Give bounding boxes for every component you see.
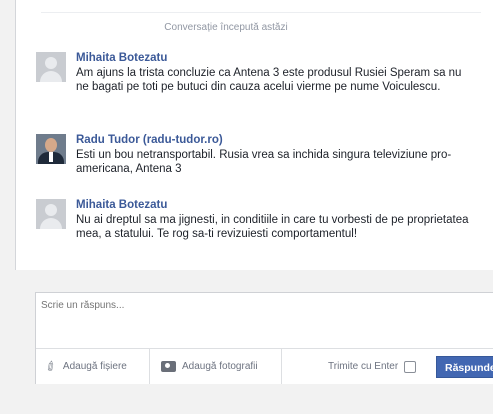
paperclip-icon: ✐ — [42, 356, 60, 376]
reply-input[interactable] — [41, 300, 481, 340]
conversation-started-label: Conversație începută astăzi — [164, 22, 288, 33]
conversation-thread: Conversație începută astăzi Mihaita Bote… — [15, 0, 493, 270]
divider — [41, 12, 481, 13]
default-avatar-icon[interactable] — [36, 199, 66, 229]
attach-file-button[interactable]: ✐ Adaugă fișiere — [42, 349, 127, 384]
reply-button[interactable]: Răspunde — [436, 356, 493, 378]
add-photos-button[interactable]: Adaugă fotografii — [161, 349, 258, 384]
sender-name[interactable]: Radu Tudor (radu-tudor.ro) — [76, 134, 223, 146]
divider — [281, 349, 282, 384]
sender-name[interactable]: Mihaita Botezatu — [76, 199, 167, 211]
divider — [149, 349, 150, 384]
default-avatar-icon[interactable] — [36, 52, 66, 82]
camera-icon — [161, 361, 176, 372]
send-with-enter-checkbox[interactable] — [404, 360, 417, 373]
composer-toolbar: ✐ Adaugă fișiere Adaugă fotografii Trimi… — [36, 348, 493, 384]
attach-file-label: Adaugă fișiere — [62, 361, 127, 372]
send-with-enter-toggle[interactable]: Trimite cu Enter — [328, 349, 417, 384]
sender-name[interactable]: Mihaita Botezatu — [76, 52, 167, 64]
message-text: Am ajuns la trista concluzie ca Antena 3… — [76, 67, 462, 93]
send-with-enter-label: Trimite cu Enter — [328, 361, 399, 372]
profile-photo-avatar[interactable] — [36, 134, 66, 164]
reply-composer: ✐ Adaugă fișiere Adaugă fotografii Trimi… — [35, 292, 493, 384]
message-text: Nu ai dreptul sa ma jignesti, in conditi… — [76, 214, 469, 240]
message-text: Esti un bou netransportabil. Rusia vrea … — [76, 149, 452, 175]
add-photos-label: Adaugă fotografii — [182, 361, 258, 372]
